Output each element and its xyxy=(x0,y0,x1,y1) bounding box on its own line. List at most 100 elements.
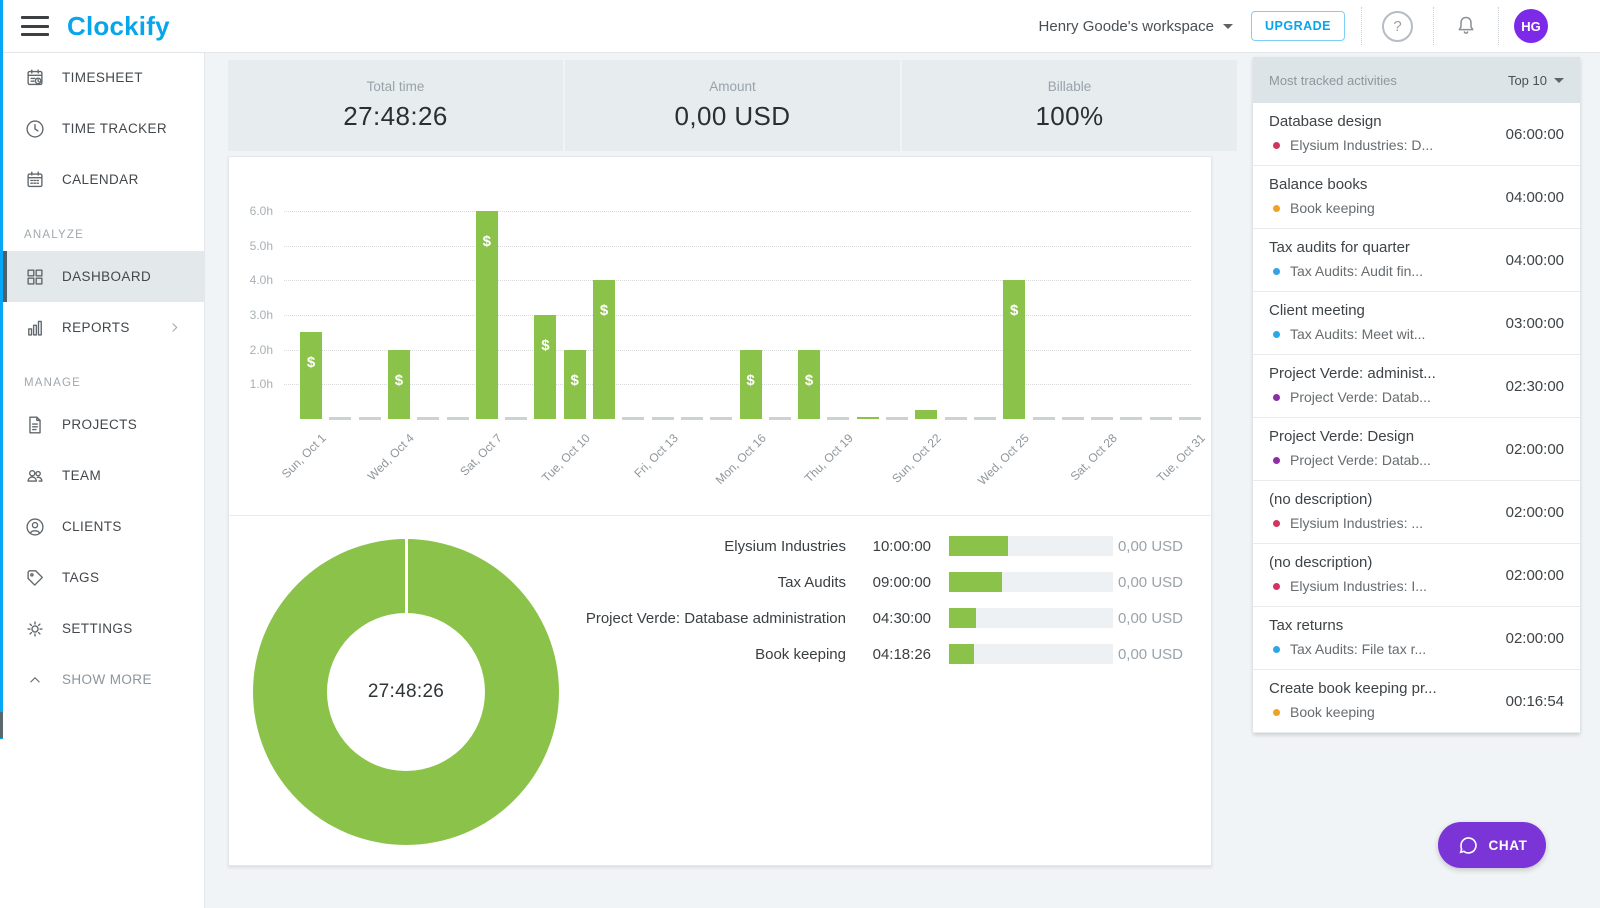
sidebar-item-label: DASHBOARD xyxy=(62,269,151,284)
billable-dollar-label: $ xyxy=(388,372,410,389)
activity-title: Project Verde: administ... xyxy=(1269,355,1489,382)
sidebar-scrollbar-thumb[interactable] xyxy=(0,712,3,738)
activity-time: 02:00:00 xyxy=(1506,481,1564,543)
sidebar-item-clients[interactable]: CLIENTS xyxy=(0,501,204,552)
sidebar-item-settings[interactable]: SETTINGS xyxy=(0,603,204,654)
project-color-dot xyxy=(1273,646,1280,653)
sidebar-item-show-more[interactable]: SHOW MORE xyxy=(0,654,204,705)
chevron-down-icon xyxy=(1223,24,1233,29)
activity-time: 03:00:00 xyxy=(1506,292,1564,354)
sidebar-item-calendar[interactable]: CALENDAR xyxy=(0,154,204,205)
activity-time: 02:30:00 xyxy=(1506,355,1564,417)
activity-project-name: Book keeping xyxy=(1290,704,1375,720)
timesheet-icon xyxy=(24,67,46,89)
x-axis-tick-label: Sun, Oct 1 xyxy=(260,431,329,500)
top-10-filter-dropdown[interactable]: Top 10 xyxy=(1508,73,1564,88)
x-axis-tick-label: Sun, Oct 22 xyxy=(875,431,944,500)
legend-amount: 0,00 USD xyxy=(1113,538,1183,555)
chevron-up-icon xyxy=(24,669,46,691)
chevron-right-icon xyxy=(167,320,182,335)
card-divider xyxy=(229,515,1213,516)
activities-panel-title: Most tracked activities xyxy=(1269,73,1397,88)
sidebar-item-tags[interactable]: TAGS xyxy=(0,552,204,603)
billable-dollar-label: $ xyxy=(1003,302,1025,319)
axis-zero-dash xyxy=(710,417,732,420)
activity-item-1: Database designElysium Industries: D...0… xyxy=(1253,103,1580,166)
billable-dollar-label: $ xyxy=(476,233,498,250)
sidebar-item-dashboard[interactable]: DASHBOARD xyxy=(0,251,204,302)
notifications-bell-icon[interactable] xyxy=(1454,14,1478,38)
stat-value: 27:48:26 xyxy=(343,101,447,132)
bar-oct-18: $ xyxy=(798,350,820,419)
activity-title: Database design xyxy=(1269,103,1489,130)
axis-zero-dash xyxy=(622,417,644,420)
activity-project-name: Book keeping xyxy=(1290,200,1375,216)
axis-zero-dash xyxy=(652,417,674,420)
sidebar-item-team[interactable]: TEAM xyxy=(0,450,204,501)
axis-zero-dash xyxy=(447,417,469,420)
billable-dollar-label: $ xyxy=(740,372,762,389)
tags-icon xyxy=(24,567,46,589)
upgrade-button[interactable]: UPGRADE xyxy=(1251,11,1345,41)
axis-zero-dash xyxy=(1120,417,1142,420)
billable-dollar-label: $ xyxy=(300,354,322,371)
sidebar-item-label: CALENDAR xyxy=(62,172,139,187)
y-axis-tick-label: 2.0h xyxy=(233,343,273,357)
sidebar-item-reports[interactable]: REPORTS xyxy=(0,302,204,353)
user-avatar[interactable]: HG xyxy=(1514,9,1548,43)
x-axis-tick-label: Fri, Oct 13 xyxy=(611,431,680,500)
bar-oct-22 xyxy=(915,410,937,419)
project-color-dot xyxy=(1273,583,1280,590)
activity-item-5: Project Verde: administ...Project Verde:… xyxy=(1253,355,1580,418)
stat-amount: Amount0,00 USD xyxy=(565,60,900,151)
legend-time: 04:30:00 xyxy=(856,610,931,627)
sidebar-item-time-tracker[interactable]: TIME TRACKER xyxy=(0,103,204,154)
gridline xyxy=(284,384,1191,385)
chat-bubble-icon xyxy=(1457,834,1480,857)
y-axis-tick-label: 3.0h xyxy=(233,308,273,322)
activities-panel-header: Most tracked activities Top 10 xyxy=(1253,57,1580,103)
legend-amount: 0,00 USD xyxy=(1113,646,1183,663)
activity-time: 06:00:00 xyxy=(1506,103,1564,165)
activity-time: 00:16:54 xyxy=(1506,670,1564,732)
sidebar-item-projects[interactable]: PROJECTS xyxy=(0,399,204,450)
sidebar-item-label: TAGS xyxy=(62,570,99,585)
activity-project-name: Elysium Industries: ... xyxy=(1290,515,1423,531)
activity-project-name: Elysium Industries: I... xyxy=(1290,578,1427,594)
axis-zero-dash xyxy=(1091,417,1113,420)
sidebar: TIMESHEETTIME TRACKERCALENDARANALYZEDASH… xyxy=(0,52,205,908)
workspace-selector[interactable]: Henry Goode's workspace xyxy=(1039,18,1233,35)
legend-progress-fill xyxy=(949,536,1008,556)
activity-title: Project Verde: Design xyxy=(1269,418,1489,445)
project-color-dot xyxy=(1273,268,1280,275)
legend-progress-track xyxy=(949,572,1113,592)
chat-button[interactable]: CHAT xyxy=(1438,822,1546,868)
axis-zero-dash xyxy=(974,417,996,420)
legend-progress-track xyxy=(949,536,1113,556)
stat-value: 100% xyxy=(1035,101,1103,132)
axis-zero-dash xyxy=(359,417,381,420)
hamburger-menu-icon[interactable] xyxy=(21,16,49,36)
clockify-logo: Clockify xyxy=(67,11,170,42)
workspace-name: Henry Goode's workspace xyxy=(1039,18,1214,35)
gridline xyxy=(284,280,1191,281)
legend-amount: 0,00 USD xyxy=(1113,610,1183,627)
project-color-dot xyxy=(1273,520,1280,527)
bar-oct-20 xyxy=(857,417,879,419)
y-axis-tick-label: 6.0h xyxy=(233,204,273,218)
bar-oct-16: $ xyxy=(740,350,762,419)
bar-oct-4: $ xyxy=(388,350,410,419)
gridline xyxy=(284,350,1191,351)
sidebar-item-timesheet[interactable]: TIMESHEET xyxy=(0,52,204,103)
x-axis-tick-label: Tue, Oct 10 xyxy=(523,431,592,500)
project-color-dot xyxy=(1273,709,1280,716)
chevron-down-icon xyxy=(1554,78,1564,83)
legend-amount: 0,00 USD xyxy=(1113,574,1183,591)
help-icon[interactable]: ? xyxy=(1382,11,1413,42)
stat-label: Amount xyxy=(709,79,756,94)
gridline xyxy=(284,315,1191,316)
legend-time: 09:00:00 xyxy=(856,574,931,591)
sidebar-item-label: CLIENTS xyxy=(62,519,122,534)
bar-oct-7: $ xyxy=(476,211,498,419)
billable-dollar-label: $ xyxy=(798,372,820,389)
